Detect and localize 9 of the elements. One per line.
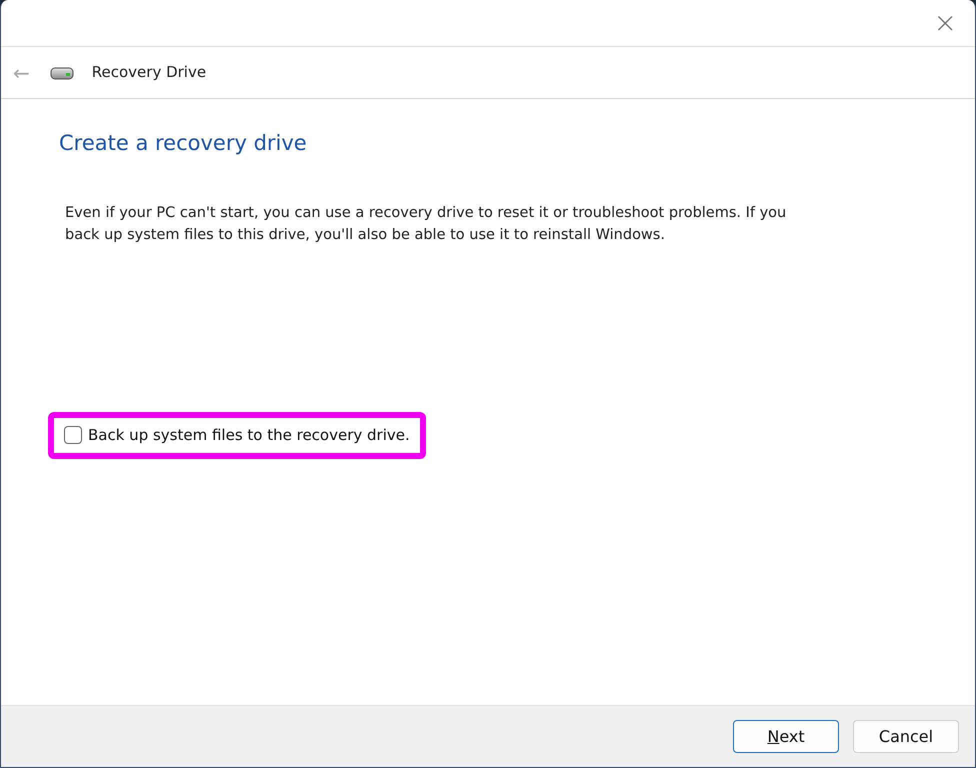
backup-checkbox[interactable] xyxy=(64,426,82,444)
window-title: Recovery Drive xyxy=(92,62,206,84)
page-heading: Create a recovery drive xyxy=(59,131,308,156)
close-button[interactable]: × xyxy=(930,9,961,37)
dialog-button[interactable]: Next xyxy=(733,720,839,753)
checkbox-label[interactable]: Back up system files to the recovery drive. xyxy=(88,424,410,447)
description-text: Even if your PC can't start, you can use a recovery drive to reset it or troubleshoot problems. If you back up system files to this drive, you'll also be able to use it to reinstall Windows. xyxy=(65,204,788,246)
dialog-button[interactable]: Cancel xyxy=(853,720,959,753)
drive-icon xyxy=(50,66,74,80)
